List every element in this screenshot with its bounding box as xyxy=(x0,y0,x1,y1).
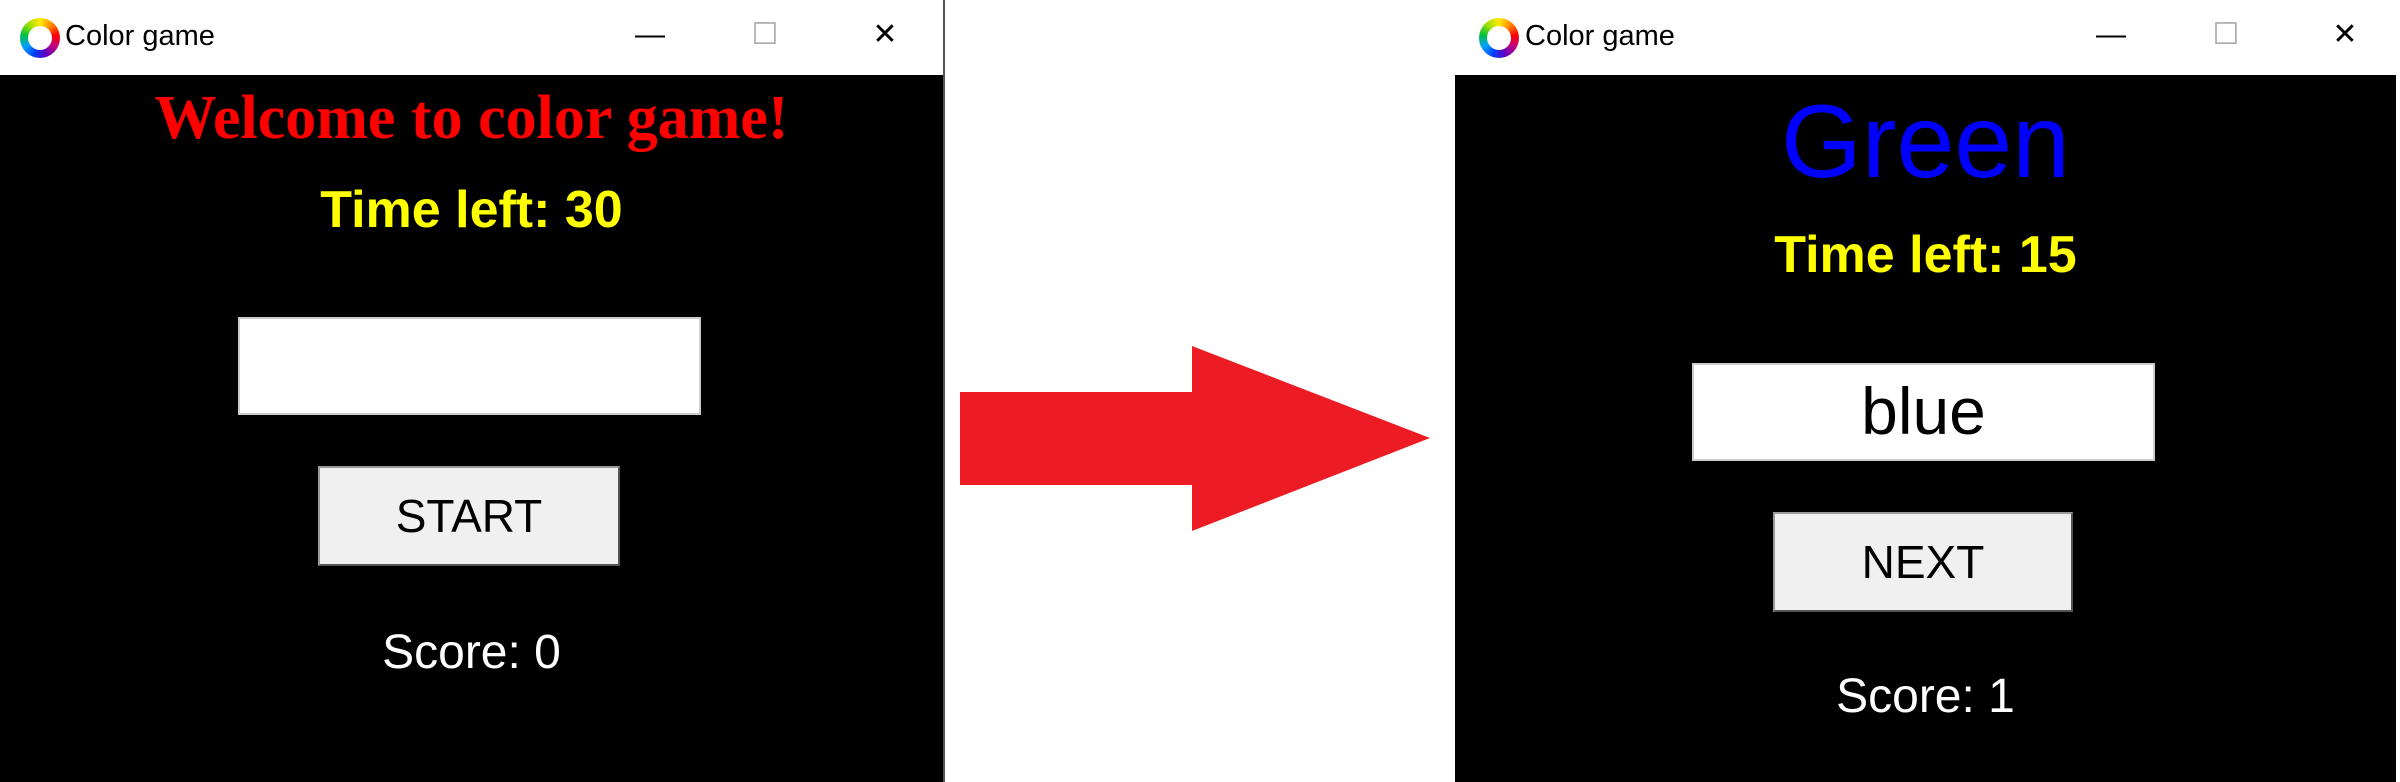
window-title: Color game xyxy=(65,20,215,52)
game-area: Green Time left: 15 blue NEXT Score: 1 xyxy=(1455,75,2396,782)
title-bar: Color game — ☐ ✕ xyxy=(0,0,943,75)
start-button[interactable]: START xyxy=(318,466,620,566)
arrow-right-icon xyxy=(960,346,1430,531)
minimize-button[interactable]: — xyxy=(2081,10,2141,60)
minimize-button[interactable]: — xyxy=(620,10,680,60)
game-area: Welcome to color game! Time left: 30 STA… xyxy=(0,75,943,782)
color-wheel-icon xyxy=(1479,18,1519,58)
color-word-label: Green xyxy=(1780,84,2071,200)
time-left-label: Time left: 30 xyxy=(320,181,623,239)
color-entry[interactable] xyxy=(238,317,701,415)
title-bar: Color game — ☐ ✕ xyxy=(1453,0,2396,75)
welcome-heading: Welcome to color game! xyxy=(154,84,789,152)
maximize-button[interactable]: ☐ xyxy=(2196,10,2256,60)
next-button[interactable]: NEXT xyxy=(1773,512,2073,612)
score-label: Score: 1 xyxy=(1836,670,2015,723)
color-wheel-icon xyxy=(20,18,60,58)
window-before: Color game — ☐ ✕ Welcome to color game! … xyxy=(0,0,945,782)
window-after: Color game — ☐ ✕ Green Time left: 15 blu… xyxy=(1453,0,2396,782)
close-button[interactable]: ✕ xyxy=(855,10,915,60)
maximize-button[interactable]: ☐ xyxy=(735,10,795,60)
close-button[interactable]: ✕ xyxy=(2315,10,2375,60)
score-label: Score: 0 xyxy=(382,626,561,679)
color-entry[interactable]: blue xyxy=(1692,363,2155,461)
window-title: Color game xyxy=(1525,20,1675,52)
time-left-label: Time left: 15 xyxy=(1774,226,2077,284)
